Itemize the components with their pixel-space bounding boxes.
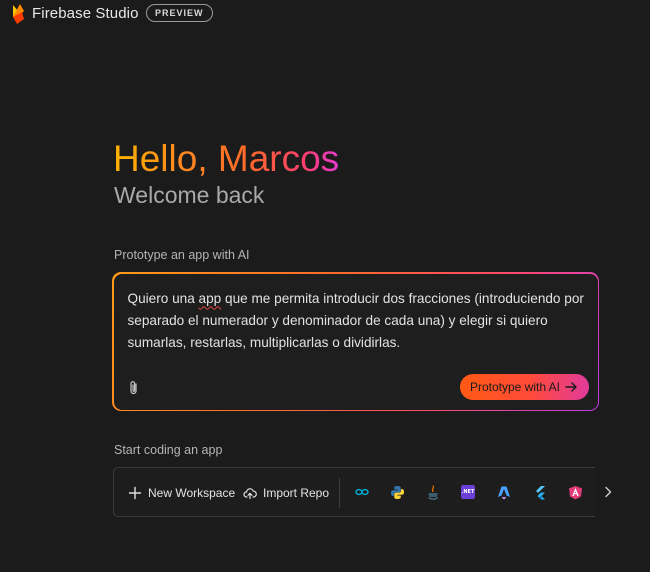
angular-icon[interactable] bbox=[567, 484, 583, 500]
plus-icon bbox=[128, 486, 142, 500]
prompt-misspelled-word: app bbox=[198, 290, 222, 306]
dotnet-label: .NET bbox=[461, 485, 475, 499]
chevron-right-icon[interactable] bbox=[603, 486, 613, 498]
brand-name: Firebase Studio bbox=[32, 5, 139, 22]
coding-section-label: Start coding an app bbox=[114, 443, 223, 457]
greeting-title: Hello, Marcos bbox=[113, 138, 340, 179]
astro-icon[interactable] bbox=[496, 484, 512, 500]
prototype-button-label: Prototype with AI bbox=[469, 379, 561, 394]
firebase-logo-icon[interactable] bbox=[10, 3, 26, 25]
workspace-toolbar: New Workspace Import Repo .NET bbox=[113, 467, 595, 517]
paperclip-icon[interactable] bbox=[128, 380, 140, 396]
cloud-upload-icon bbox=[243, 488, 257, 500]
greeting-subtitle: Welcome back bbox=[114, 182, 265, 208]
go-icon[interactable] bbox=[354, 484, 370, 500]
python-icon[interactable] bbox=[389, 484, 405, 500]
prototype-with-ai-button[interactable]: Prototype with AI bbox=[459, 373, 589, 400]
prototype-section-label: Prototype an app with AI bbox=[114, 248, 250, 262]
firebase-studio-page: Firebase Studio PREVIEW Hello, Marcos We… bbox=[0, 0, 650, 572]
arrow-right-icon bbox=[565, 381, 577, 392]
prompt-input[interactable]: Quiero una app que me permita introducir… bbox=[128, 288, 588, 354]
new-workspace-button[interactable]: New Workspace bbox=[128, 482, 235, 504]
prompt-box-inner: Quiero una app que me permita introducir… bbox=[113, 273, 598, 410]
prompt-box: Quiero una app que me permita introducir… bbox=[112, 272, 599, 411]
toolbar-divider bbox=[339, 478, 340, 508]
preview-badge: PREVIEW bbox=[146, 4, 213, 22]
new-workspace-label: New Workspace bbox=[148, 486, 236, 500]
prompt-text-start: Quiero una bbox=[127, 290, 199, 306]
import-repo-button[interactable]: Import Repo bbox=[243, 482, 329, 504]
top-bar: Firebase Studio PREVIEW bbox=[0, 0, 650, 28]
java-icon[interactable] bbox=[425, 484, 441, 500]
import-repo-label: Import Repo bbox=[263, 486, 330, 500]
flutter-icon[interactable] bbox=[532, 484, 548, 500]
dotnet-icon[interactable]: .NET bbox=[460, 484, 476, 500]
